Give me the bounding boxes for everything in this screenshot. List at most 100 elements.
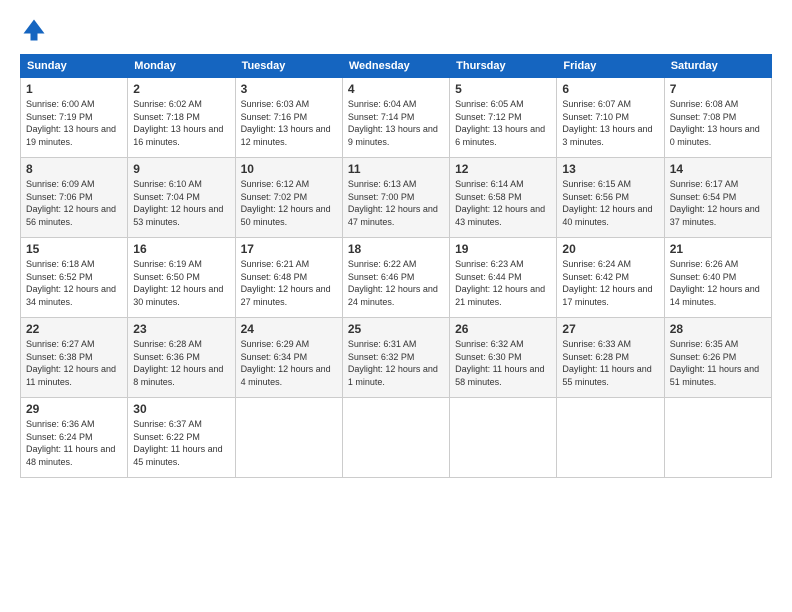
day-number: 17 (241, 242, 337, 256)
calendar-cell: 1 Sunrise: 6:00 AM Sunset: 7:19 PM Dayli… (21, 78, 128, 158)
calendar-cell: 2 Sunrise: 6:02 AM Sunset: 7:18 PM Dayli… (128, 78, 235, 158)
calendar-cell (557, 398, 664, 478)
calendar-week-2: 8 Sunrise: 6:09 AM Sunset: 7:06 PM Dayli… (21, 158, 772, 238)
day-number: 10 (241, 162, 337, 176)
logo-icon (20, 16, 48, 44)
day-number: 4 (348, 82, 444, 96)
day-number: 23 (133, 322, 229, 336)
day-info: Sunrise: 6:35 AM Sunset: 6:26 PM Dayligh… (670, 338, 766, 388)
calendar-cell: 25 Sunrise: 6:31 AM Sunset: 6:32 PM Dayl… (342, 318, 449, 398)
calendar-week-4: 22 Sunrise: 6:27 AM Sunset: 6:38 PM Dayl… (21, 318, 772, 398)
calendar-cell: 16 Sunrise: 6:19 AM Sunset: 6:50 PM Dayl… (128, 238, 235, 318)
day-number: 13 (562, 162, 658, 176)
day-number: 16 (133, 242, 229, 256)
header-sunday: Sunday (21, 55, 128, 78)
calendar-cell (235, 398, 342, 478)
day-info: Sunrise: 6:02 AM Sunset: 7:18 PM Dayligh… (133, 98, 229, 148)
calendar-cell: 12 Sunrise: 6:14 AM Sunset: 6:58 PM Dayl… (450, 158, 557, 238)
day-info: Sunrise: 6:27 AM Sunset: 6:38 PM Dayligh… (26, 338, 122, 388)
calendar-cell: 27 Sunrise: 6:33 AM Sunset: 6:28 PM Dayl… (557, 318, 664, 398)
page: Sunday Monday Tuesday Wednesday Thursday… (0, 0, 792, 488)
day-info: Sunrise: 6:32 AM Sunset: 6:30 PM Dayligh… (455, 338, 551, 388)
header-tuesday: Tuesday (235, 55, 342, 78)
calendar-cell: 5 Sunrise: 6:05 AM Sunset: 7:12 PM Dayli… (450, 78, 557, 158)
day-number: 11 (348, 162, 444, 176)
day-info: Sunrise: 6:12 AM Sunset: 7:02 PM Dayligh… (241, 178, 337, 228)
day-number: 2 (133, 82, 229, 96)
calendar-cell: 7 Sunrise: 6:08 AM Sunset: 7:08 PM Dayli… (664, 78, 771, 158)
day-info: Sunrise: 6:37 AM Sunset: 6:22 PM Dayligh… (133, 418, 229, 468)
day-number: 26 (455, 322, 551, 336)
calendar-cell: 18 Sunrise: 6:22 AM Sunset: 6:46 PM Dayl… (342, 238, 449, 318)
day-info: Sunrise: 6:28 AM Sunset: 6:36 PM Dayligh… (133, 338, 229, 388)
day-info: Sunrise: 6:22 AM Sunset: 6:46 PM Dayligh… (348, 258, 444, 308)
logo (20, 16, 52, 44)
day-info: Sunrise: 6:31 AM Sunset: 6:32 PM Dayligh… (348, 338, 444, 388)
day-number: 22 (26, 322, 122, 336)
day-info: Sunrise: 6:29 AM Sunset: 6:34 PM Dayligh… (241, 338, 337, 388)
day-number: 20 (562, 242, 658, 256)
calendar-cell: 11 Sunrise: 6:13 AM Sunset: 7:00 PM Dayl… (342, 158, 449, 238)
day-number: 21 (670, 242, 766, 256)
day-info: Sunrise: 6:04 AM Sunset: 7:14 PM Dayligh… (348, 98, 444, 148)
day-info: Sunrise: 6:14 AM Sunset: 6:58 PM Dayligh… (455, 178, 551, 228)
day-number: 9 (133, 162, 229, 176)
day-info: Sunrise: 6:00 AM Sunset: 7:19 PM Dayligh… (26, 98, 122, 148)
day-number: 6 (562, 82, 658, 96)
day-info: Sunrise: 6:13 AM Sunset: 7:00 PM Dayligh… (348, 178, 444, 228)
day-info: Sunrise: 6:18 AM Sunset: 6:52 PM Dayligh… (26, 258, 122, 308)
calendar-cell: 6 Sunrise: 6:07 AM Sunset: 7:10 PM Dayli… (557, 78, 664, 158)
day-number: 30 (133, 402, 229, 416)
calendar-cell: 9 Sunrise: 6:10 AM Sunset: 7:04 PM Dayli… (128, 158, 235, 238)
calendar-week-3: 15 Sunrise: 6:18 AM Sunset: 6:52 PM Dayl… (21, 238, 772, 318)
day-number: 19 (455, 242, 551, 256)
day-info: Sunrise: 6:33 AM Sunset: 6:28 PM Dayligh… (562, 338, 658, 388)
day-info: Sunrise: 6:07 AM Sunset: 7:10 PM Dayligh… (562, 98, 658, 148)
calendar-cell: 29 Sunrise: 6:36 AM Sunset: 6:24 PM Dayl… (21, 398, 128, 478)
calendar-cell: 22 Sunrise: 6:27 AM Sunset: 6:38 PM Dayl… (21, 318, 128, 398)
day-number: 29 (26, 402, 122, 416)
calendar-cell: 20 Sunrise: 6:24 AM Sunset: 6:42 PM Dayl… (557, 238, 664, 318)
calendar-cell: 24 Sunrise: 6:29 AM Sunset: 6:34 PM Dayl… (235, 318, 342, 398)
calendar-cell (664, 398, 771, 478)
day-number: 24 (241, 322, 337, 336)
day-info: Sunrise: 6:08 AM Sunset: 7:08 PM Dayligh… (670, 98, 766, 148)
day-number: 14 (670, 162, 766, 176)
day-info: Sunrise: 6:03 AM Sunset: 7:16 PM Dayligh… (241, 98, 337, 148)
day-info: Sunrise: 6:26 AM Sunset: 6:40 PM Dayligh… (670, 258, 766, 308)
day-info: Sunrise: 6:05 AM Sunset: 7:12 PM Dayligh… (455, 98, 551, 148)
calendar-cell: 15 Sunrise: 6:18 AM Sunset: 6:52 PM Dayl… (21, 238, 128, 318)
header-friday: Friday (557, 55, 664, 78)
day-number: 1 (26, 82, 122, 96)
calendar-cell: 10 Sunrise: 6:12 AM Sunset: 7:02 PM Dayl… (235, 158, 342, 238)
day-number: 5 (455, 82, 551, 96)
calendar-cell: 23 Sunrise: 6:28 AM Sunset: 6:36 PM Dayl… (128, 318, 235, 398)
day-number: 27 (562, 322, 658, 336)
calendar-week-1: 1 Sunrise: 6:00 AM Sunset: 7:19 PM Dayli… (21, 78, 772, 158)
day-number: 15 (26, 242, 122, 256)
calendar-cell (342, 398, 449, 478)
calendar-cell: 26 Sunrise: 6:32 AM Sunset: 6:30 PM Dayl… (450, 318, 557, 398)
calendar-cell: 28 Sunrise: 6:35 AM Sunset: 6:26 PM Dayl… (664, 318, 771, 398)
calendar-cell: 17 Sunrise: 6:21 AM Sunset: 6:48 PM Dayl… (235, 238, 342, 318)
day-number: 25 (348, 322, 444, 336)
day-info: Sunrise: 6:24 AM Sunset: 6:42 PM Dayligh… (562, 258, 658, 308)
day-info: Sunrise: 6:09 AM Sunset: 7:06 PM Dayligh… (26, 178, 122, 228)
day-info: Sunrise: 6:36 AM Sunset: 6:24 PM Dayligh… (26, 418, 122, 468)
header-monday: Monday (128, 55, 235, 78)
calendar-cell: 21 Sunrise: 6:26 AM Sunset: 6:40 PM Dayl… (664, 238, 771, 318)
header-saturday: Saturday (664, 55, 771, 78)
day-info: Sunrise: 6:17 AM Sunset: 6:54 PM Dayligh… (670, 178, 766, 228)
calendar-cell: 8 Sunrise: 6:09 AM Sunset: 7:06 PM Dayli… (21, 158, 128, 238)
day-number: 28 (670, 322, 766, 336)
day-info: Sunrise: 6:15 AM Sunset: 6:56 PM Dayligh… (562, 178, 658, 228)
day-number: 18 (348, 242, 444, 256)
calendar-cell: 30 Sunrise: 6:37 AM Sunset: 6:22 PM Dayl… (128, 398, 235, 478)
calendar-cell: 13 Sunrise: 6:15 AM Sunset: 6:56 PM Dayl… (557, 158, 664, 238)
day-number: 12 (455, 162, 551, 176)
calendar-cell (450, 398, 557, 478)
calendar: Sunday Monday Tuesday Wednesday Thursday… (20, 54, 772, 478)
day-number: 8 (26, 162, 122, 176)
calendar-cell: 14 Sunrise: 6:17 AM Sunset: 6:54 PM Dayl… (664, 158, 771, 238)
calendar-cell: 3 Sunrise: 6:03 AM Sunset: 7:16 PM Dayli… (235, 78, 342, 158)
